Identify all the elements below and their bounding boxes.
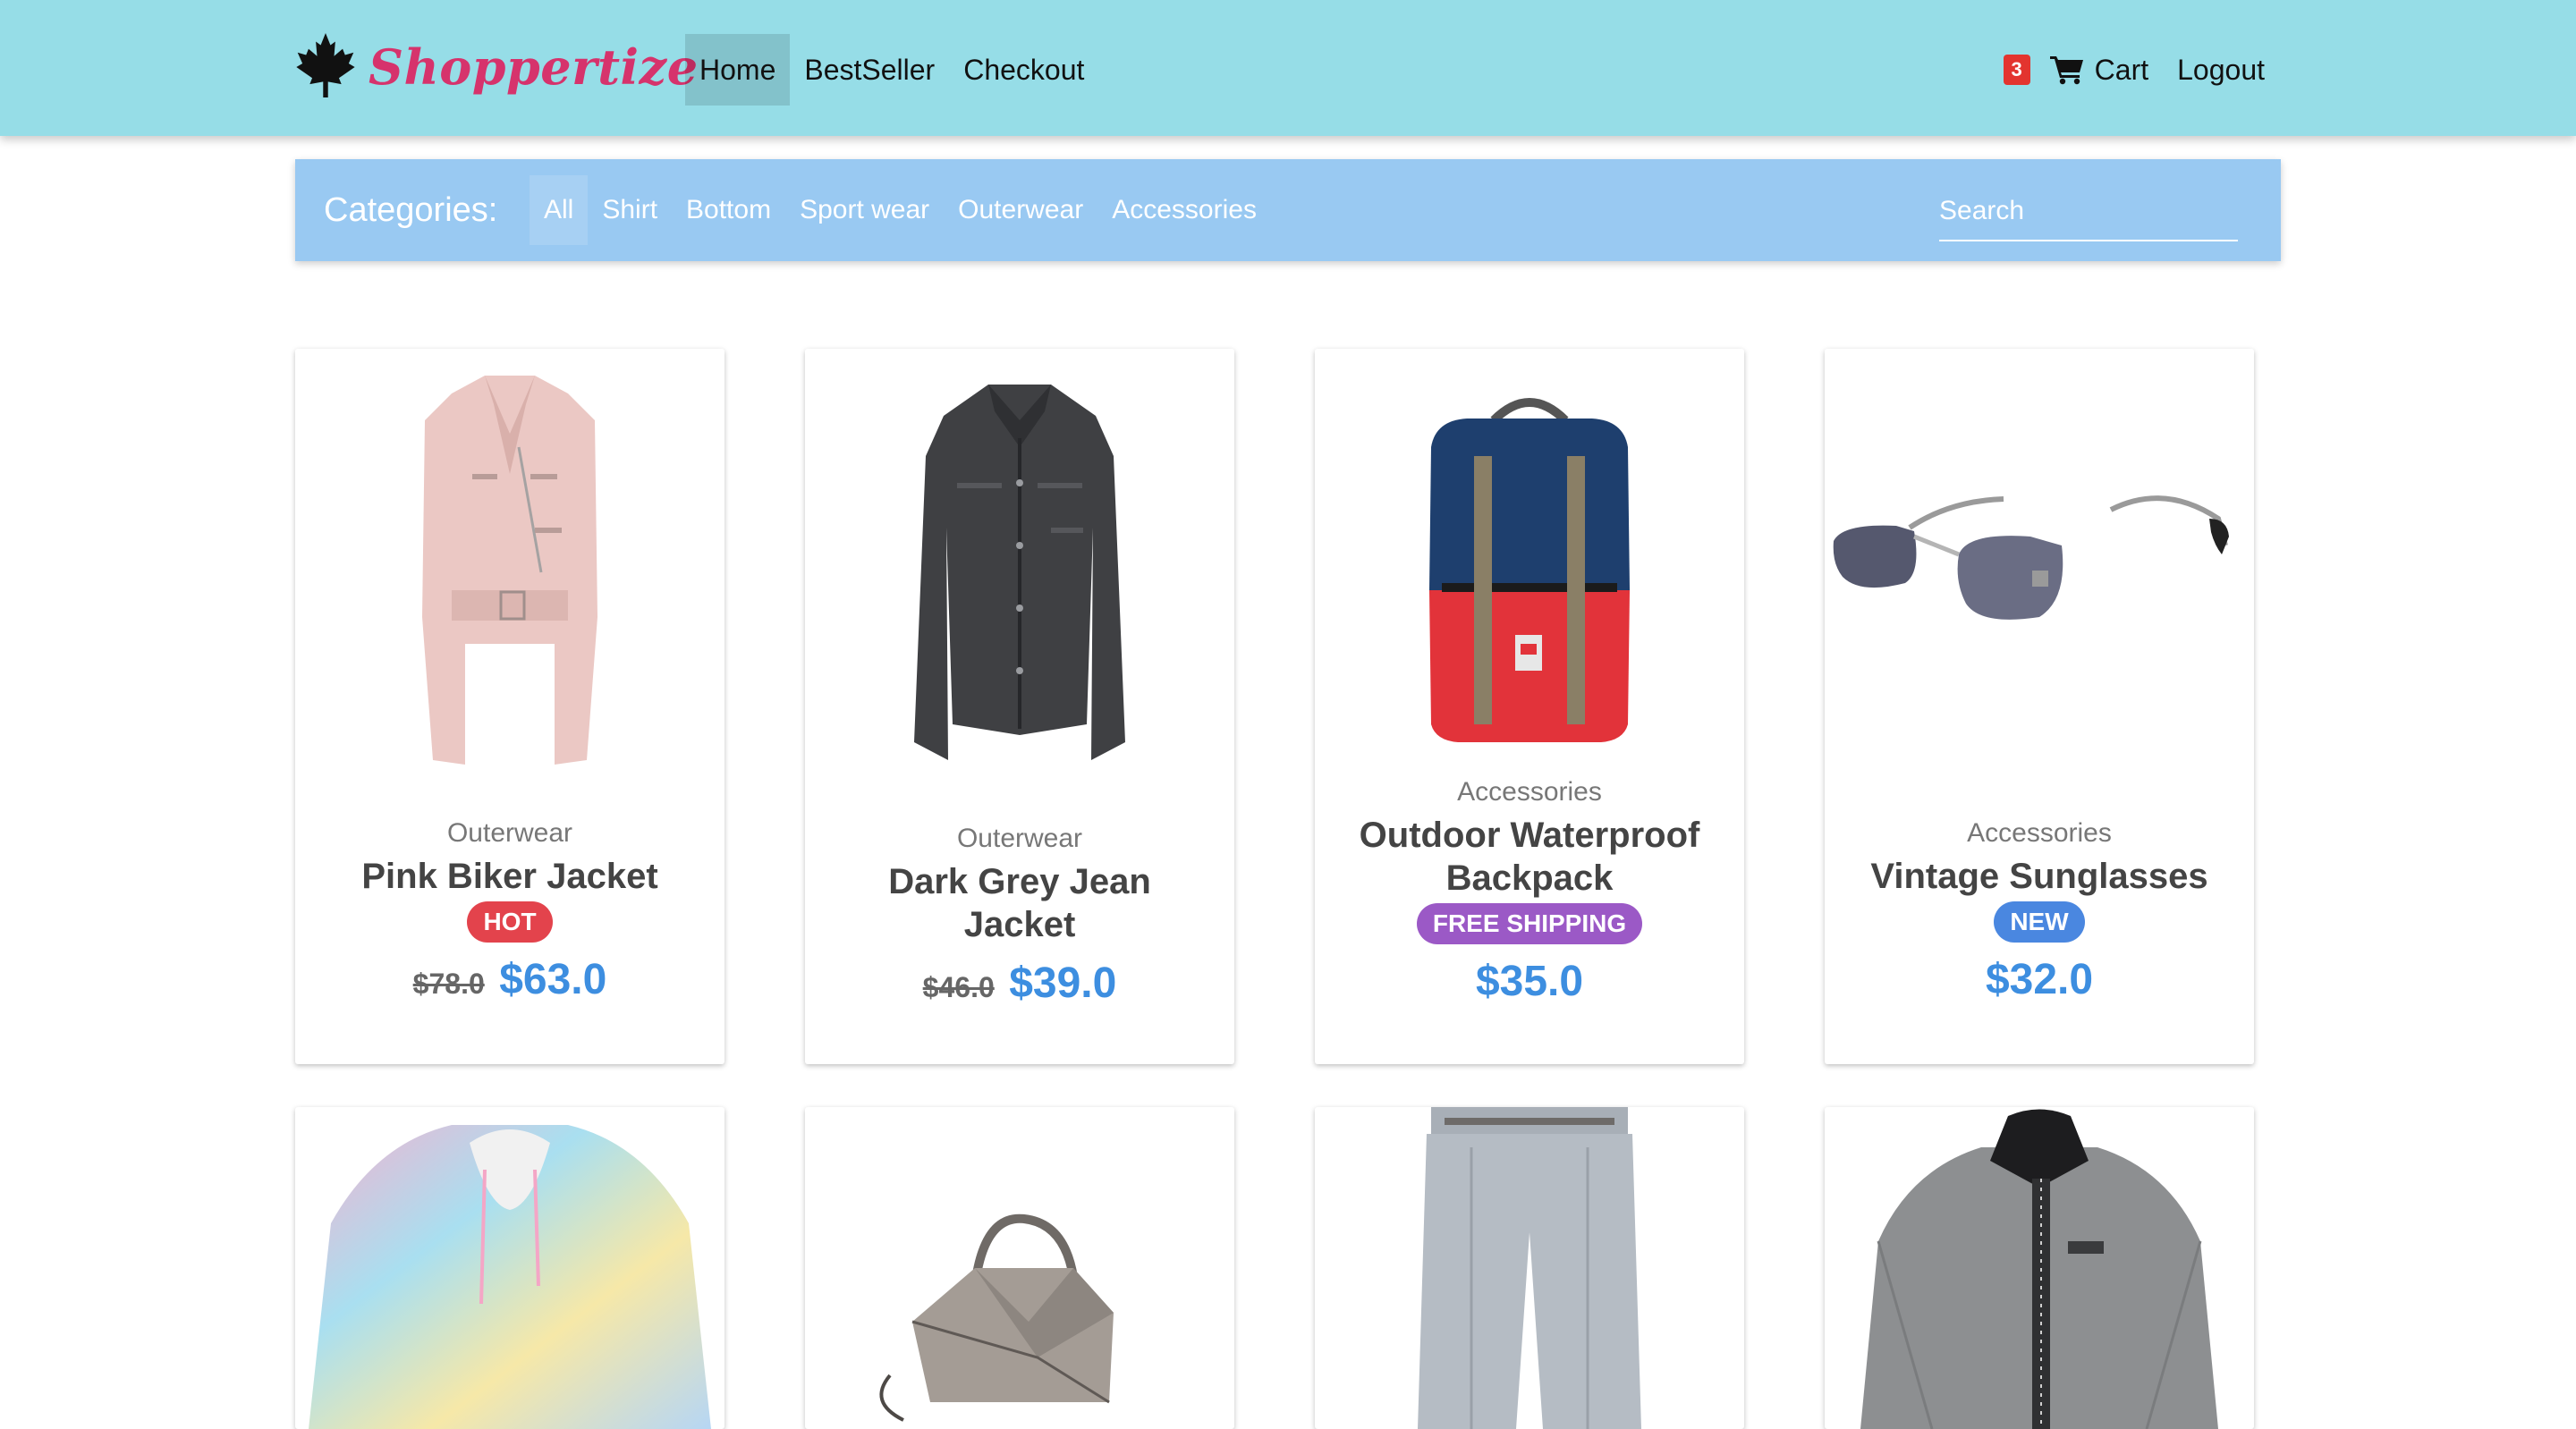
category-outerwear[interactable]: Outerwear [944,175,1097,245]
category-bar: Categories: All Shirt Bottom Sport wear … [295,159,2281,261]
product-card[interactable] [805,1107,1234,1429]
price-row: $32.0 [1825,953,2254,1017]
cart-link[interactable]: Cart [2095,54,2148,87]
product-info: Accessories Outdoor Waterproof Backpack … [1315,773,1744,1019]
product-card[interactable]: Outerwear Dark Grey Jean Jacket $46.0 $3… [805,349,1234,1064]
logout-link[interactable]: Logout [2177,54,2265,87]
price-row: $46.0 $39.0 [805,957,1234,1020]
category-accessories[interactable]: Accessories [1097,175,1271,245]
product-price: $63.0 [499,956,607,1003]
product-card[interactable] [1315,1107,1744,1429]
product-card[interactable]: Outerwear Pink Biker Jacket HOT $78.0 $6… [295,349,724,1064]
nav-right: 3 Cart Logout [2003,34,2265,106]
product-name[interactable]: Pink Biker Jacket [295,853,724,898]
old-price: $46.0 [922,971,995,1003]
brand-name: Shoppertize [369,38,699,96]
category-all[interactable]: All [530,175,589,245]
dark-grey-jean-jacket-image[interactable] [805,349,1234,796]
product-info: Outerwear Dark Grey Jean Jacket $46.0 $3… [805,819,1234,1020]
product-card[interactable] [1825,1107,2254,1429]
main-nav: Home BestSeller Checkout [685,34,1098,106]
product-name[interactable]: Dark Grey Jean Jacket [805,858,1234,946]
product-category: Accessories [1967,818,2112,848]
pink-biker-jacket-image[interactable] [295,349,724,796]
new-badge: NEW [1994,901,2085,943]
product-info: Accessories Vintage Sunglasses NEW $32.0 [1825,814,2254,1017]
product-category: Outerwear [956,824,1083,853]
backpack-image[interactable] [1315,349,1744,760]
product-category: Accessories [1457,777,1602,807]
categories-title: Categories: [324,191,498,229]
shopping-cart-icon[interactable] [2049,55,2084,85]
free-shipping-badge: FREE SHIPPING [1416,903,1643,944]
category-shirt[interactable]: Shirt [588,175,672,245]
product-name[interactable]: Outdoor Waterproof Backpack [1315,812,1744,900]
hot-badge: HOT [467,901,553,943]
category-bottom[interactable]: Bottom [672,175,785,245]
tie-dye-hoodie-image[interactable] [295,1107,724,1429]
grey-jacket-image[interactable] [1825,1107,2254,1429]
brand[interactable]: Shoppertize [295,27,699,107]
sunglasses-image[interactable] [1825,349,2254,796]
top-navbar: Shoppertize Home BestSeller Checkout 3 C… [0,0,2576,136]
category-list: All Shirt Bottom Sport wear Outerwear Ac… [530,175,1271,245]
product-card[interactable] [295,1107,724,1429]
product-price: $32.0 [1985,956,2094,1003]
product-price: $35.0 [1475,958,1584,1005]
product-card[interactable]: Accessories Outdoor Waterproof Backpack … [1315,349,1744,1064]
price-row: $35.0 [1315,955,1744,1019]
product-name[interactable]: Vintage Sunglasses [1825,853,2254,898]
old-price: $78.0 [412,968,485,1000]
maple-leaf-icon [295,31,356,104]
product-category: Outerwear [446,818,573,848]
cart-count-badge: 3 [2003,55,2030,85]
product-info: Outerwear Pink Biker Jacket HOT $78.0 $6… [295,814,724,1017]
product-price: $39.0 [1009,960,1117,1007]
nav-home-link[interactable]: Home [685,34,791,106]
leather-handbag-image[interactable] [805,1107,1234,1429]
nav-checkout-link[interactable]: Checkout [949,34,1098,106]
grey-trousers-image[interactable] [1315,1107,1744,1429]
category-sport-wear[interactable]: Sport wear [785,175,944,245]
price-row: $78.0 $63.0 [295,953,724,1017]
nav-bestseller-link[interactable]: BestSeller [790,34,949,106]
product-card[interactable]: Accessories Vintage Sunglasses NEW $32.0 [1825,349,2254,1064]
search-input[interactable] [1939,182,2238,241]
